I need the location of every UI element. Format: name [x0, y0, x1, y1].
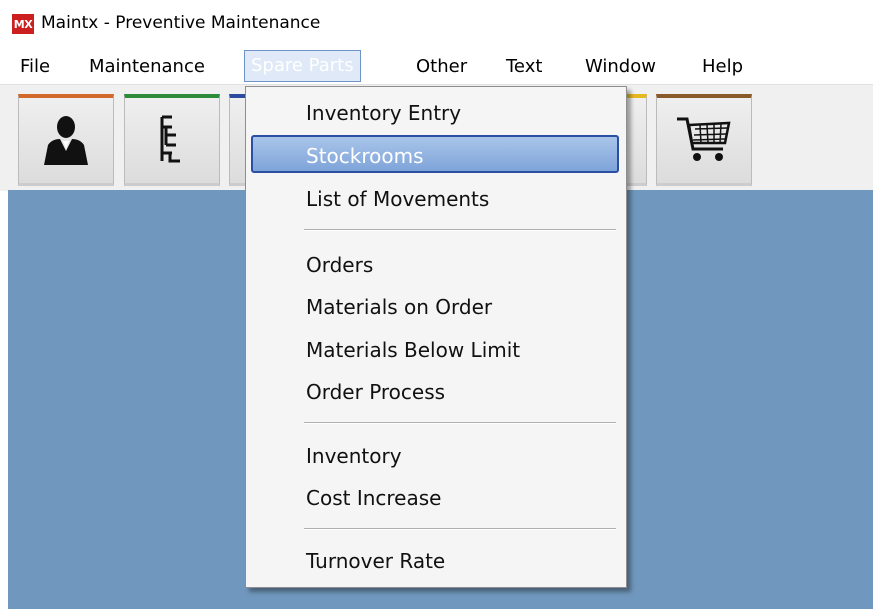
menu-maintenance[interactable]: Maintenance — [83, 52, 211, 82]
menu-item-cost-increase[interactable]: Cost Increase — [306, 486, 441, 510]
menu-other[interactable]: Other — [410, 52, 473, 82]
menu-separator — [304, 528, 616, 530]
menu-item-orders[interactable]: Orders — [306, 253, 373, 277]
menu-text[interactable]: Text — [500, 52, 548, 82]
spare-parts-dropdown: Inventory Entry Stockrooms List of Movem… — [245, 86, 627, 588]
toolbar-user-button[interactable] — [18, 94, 114, 186]
toolbar-cart-button[interactable] — [656, 94, 752, 186]
shopping-cart-icon — [673, 109, 735, 173]
window-title: Maintx - Preventive Maintenance — [41, 13, 321, 33]
menu-item-stockrooms[interactable]: Stockrooms — [306, 144, 424, 168]
menu-bar: File Maintenance Spare Parts Other Text … — [0, 46, 873, 84]
tree-structure-icon — [142, 109, 202, 173]
menu-item-turnover-rate[interactable]: Turnover Rate — [306, 549, 445, 573]
menu-spare-parts[interactable]: Spare Parts — [244, 50, 361, 82]
menu-item-order-process[interactable]: Order Process — [306, 380, 445, 404]
menu-item-materials-below-limit[interactable]: Materials Below Limit — [306, 338, 520, 362]
toolbar-tree-button[interactable] — [124, 94, 220, 186]
menu-help[interactable]: Help — [696, 52, 749, 82]
title-bar: MX Maintx - Preventive Maintenance — [0, 0, 873, 46]
menu-file[interactable]: File — [14, 52, 56, 82]
menu-separator — [304, 422, 616, 424]
menu-item-list-of-movements[interactable]: List of Movements — [306, 187, 489, 211]
menu-item-inventory-entry[interactable]: Inventory Entry — [306, 101, 461, 125]
app-logo-icon: MX — [12, 14, 34, 34]
menu-window[interactable]: Window — [579, 52, 662, 82]
menu-item-inventory[interactable]: Inventory — [306, 444, 402, 468]
menu-item-materials-on-order[interactable]: Materials on Order — [306, 295, 492, 319]
menu-separator — [304, 229, 616, 231]
user-icon — [36, 109, 96, 173]
